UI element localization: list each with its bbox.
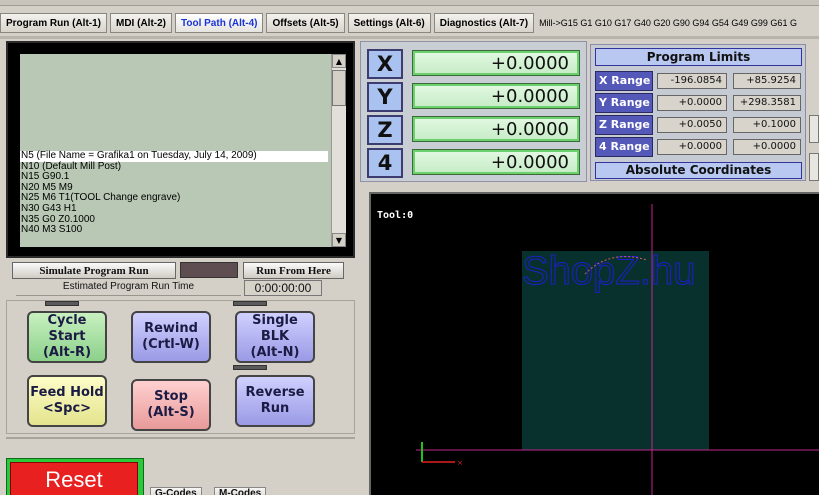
tab-program-run[interactable]: Program Run (Alt-1) (0, 13, 107, 33)
z-range-label: Z Range (595, 115, 653, 135)
dro-z-value[interactable]: +0.0000 (415, 119, 577, 140)
dro-z[interactable]: +0.0000 (412, 116, 580, 142)
gcode-scrollbar[interactable]: ▲ ▼ (331, 54, 346, 247)
tab-offsets[interactable]: Offsets (Alt-5) (266, 13, 345, 33)
engraved-text: ShopZ.hu (522, 249, 695, 293)
simulate-led (180, 262, 238, 278)
tab-settings[interactable]: Settings (Alt-6) (347, 13, 431, 33)
dro-x-zero-button[interactable]: X (367, 49, 403, 79)
dro-z-zero-button[interactable]: Z (367, 115, 403, 145)
rewind-button[interactable]: Rewind (Crtl-W) (131, 311, 211, 363)
gcode-list[interactable]: N5 (File Name = Grafika1 on Tuesday, Jul… (20, 54, 346, 247)
cycle-start-button[interactable]: Cycle Start (Alt-R) (27, 311, 107, 363)
mach3-window: Program Run (Alt-1) MDI (Alt-2) Tool Pat… (0, 0, 819, 495)
run-from-here-button[interactable]: Run From Here (243, 262, 344, 279)
scroll-thumb[interactable] (332, 70, 346, 106)
dro-y-value[interactable]: +0.0000 (415, 86, 577, 107)
program-limits-panel: Program Limits X Range -196.0854 +85.925… (590, 44, 806, 181)
feed-hold-button[interactable]: Feed Hold <Spc> (27, 375, 107, 427)
z-range-max: +0.1000 (733, 117, 801, 133)
reset-frame: Reset (6, 458, 144, 495)
x-range-label: X Range (595, 71, 653, 91)
4-range-label: 4 Range (595, 137, 653, 157)
divider (6, 437, 355, 439)
dro-x[interactable]: +0.0000 (412, 50, 580, 76)
stop-button[interactable]: Stop (Alt-S) (131, 379, 211, 431)
dro-y[interactable]: +0.0000 (412, 83, 580, 109)
dro-4-value[interactable]: +0.0000 (415, 152, 577, 173)
dro-x-value[interactable]: +0.0000 (415, 53, 577, 74)
z-range-row: Z Range +0.0050 +0.1000 (595, 115, 803, 135)
gcode-lines: N5 (File Name = Grafika1 on Tuesday, Jul… (20, 150, 328, 236)
scroll-up-icon[interactable]: ▲ (332, 54, 346, 68)
dro-4-zero-button[interactable]: 4 (367, 148, 403, 178)
title-strip (0, 0, 819, 6)
4-range-max: +0.0000 (733, 139, 801, 155)
tab-tool-path[interactable]: Tool Path (Alt-4) (175, 13, 264, 33)
single-blk-button[interactable]: Single BLK (Alt-N) (235, 311, 315, 363)
single-blk-led (233, 301, 267, 306)
dro-y-zero-button[interactable]: Y (367, 82, 403, 112)
tab-g-codes[interactable]: G-Codes (150, 487, 202, 495)
x-range-max: +85.9254 (733, 73, 801, 89)
scroll-down-icon[interactable]: ▼ (332, 233, 346, 247)
tab-m-codes[interactable]: M-Codes (214, 487, 267, 495)
x-range-min: -196.0854 (657, 73, 727, 89)
z-range-min: +0.0050 (657, 117, 727, 133)
cycle-start-led (45, 301, 79, 306)
clipped-button[interactable] (809, 115, 819, 143)
absolute-coordinates-label: Absolute Coordinates (595, 162, 802, 179)
gcode-line[interactable]: N40 M3 S100 (20, 225, 328, 236)
y-range-label: Y Range (595, 93, 653, 113)
simulate-program-run-button[interactable]: Simulate Program Run (12, 262, 176, 279)
estimated-run-time-value: 0:00:00:00 (244, 280, 322, 296)
reset-button[interactable]: Reset (10, 462, 138, 495)
active-gcodes-readout: Mill->G15 G1 G10 G17 G40 G20 G90 G94 G54… (539, 18, 797, 28)
y-range-min: +0.0000 (657, 95, 727, 111)
tab-diagnostics[interactable]: Diagnostics (Alt-7) (433, 13, 535, 33)
divider (0, 36, 819, 39)
estimated-run-time-label: Estimated Program Run Time (16, 281, 241, 296)
gcode-window: N5 (File Name = Grafika1 on Tuesday, Jul… (6, 41, 355, 258)
x-range-row: X Range -196.0854 +85.9254 (595, 71, 803, 91)
4-range-min: +0.0000 (657, 139, 727, 155)
screen-tabs: Program Run (Alt-1) MDI (Alt-2) Tool Pat… (0, 12, 819, 34)
dro-4[interactable]: +0.0000 (412, 149, 580, 175)
gcode-line[interactable]: N30 G43 H1 (20, 203, 328, 215)
4-range-row: 4 Range +0.0000 +0.0000 (595, 137, 803, 157)
y-range-max: +298.3581 (733, 95, 801, 111)
toolpath-canvas: ShopZ.hu × (416, 204, 819, 495)
reverse-run-button[interactable]: Reverse Run (235, 375, 315, 427)
tab-mdi[interactable]: MDI (Alt-2) (110, 13, 172, 33)
dro-panel: X +0.0000 Y +0.0000 Z +0.0000 4 +0.0000 (360, 41, 587, 182)
y-range-row: Y Range +0.0000 +298.3581 (595, 93, 803, 113)
clipped-button[interactable] (809, 153, 819, 181)
axis-x-marker: × (457, 459, 463, 467)
program-limits-title: Program Limits (595, 48, 802, 66)
reverse-run-led (233, 365, 267, 370)
toolpath-display[interactable]: Tool:0 ShopZ.hu × (369, 192, 819, 495)
gcode-line-selected[interactable]: N5 (File Name = Grafika1 on Tuesday, Jul… (20, 150, 328, 162)
cycle-control-panel: Cycle Start (Alt-R) Rewind (Crtl-W) Single… (6, 300, 355, 434)
